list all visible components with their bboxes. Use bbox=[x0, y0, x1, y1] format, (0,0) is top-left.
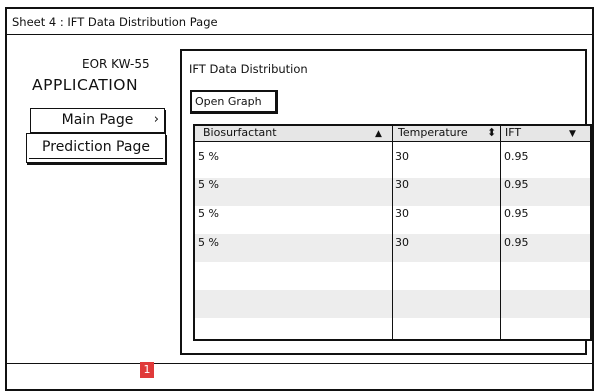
main-page-label: Main Page bbox=[61, 112, 134, 128]
cell-temperature: 30 bbox=[395, 236, 409, 249]
sort-both-icon[interactable]: ⬍ bbox=[487, 126, 496, 140]
column-header-biosurfactant[interactable]: Biosurfactant ▲ bbox=[195, 126, 393, 141]
prediction-page-button[interactable]: Prediction Page bbox=[26, 133, 166, 163]
data-grid: Biosurfactant ▲ Temperature ⬍ IFT ▼ 5 % … bbox=[193, 124, 592, 341]
cell-ift: 0.95 bbox=[504, 236, 529, 249]
window-title: Sheet 4 : IFT Data Distribution Page bbox=[7, 9, 592, 35]
prediction-page-label: Prediction Page bbox=[42, 139, 150, 155]
open-graph-button[interactable]: Open Graph bbox=[190, 90, 278, 114]
app-subtitle: EOR KW-55 bbox=[82, 57, 150, 71]
cell-ift: 0.95 bbox=[504, 207, 529, 220]
cell-ift: 0.95 bbox=[504, 178, 529, 191]
chevron-right-icon: › bbox=[153, 112, 159, 127]
column-header-temperature[interactable]: Temperature ⬍ bbox=[393, 126, 501, 141]
column-header-ift[interactable]: IFT ▼ bbox=[501, 126, 590, 141]
footer-bar: 1 bbox=[7, 362, 592, 389]
panel-title: IFT Data Distribution bbox=[189, 62, 308, 76]
sort-up-icon[interactable]: ▲ bbox=[375, 127, 382, 141]
main-page-button[interactable]: Main Page › bbox=[30, 108, 165, 133]
cell-biosurfactant: 5 % bbox=[198, 150, 219, 163]
cell-temperature: 30 bbox=[395, 207, 409, 220]
sort-down-icon[interactable]: ▼ bbox=[569, 127, 576, 141]
column-divider bbox=[500, 126, 501, 339]
cell-ift: 0.95 bbox=[504, 150, 529, 163]
app-title: APPLICATION bbox=[32, 76, 139, 94]
cell-biosurfactant: 5 % bbox=[198, 207, 219, 220]
cell-temperature: 30 bbox=[395, 150, 409, 163]
column-divider bbox=[392, 126, 393, 339]
cell-temperature: 30 bbox=[395, 178, 409, 191]
footer-badge: 1 bbox=[140, 362, 154, 378]
cell-biosurfactant: 5 % bbox=[198, 178, 219, 191]
cell-biosurfactant: 5 % bbox=[198, 236, 219, 249]
